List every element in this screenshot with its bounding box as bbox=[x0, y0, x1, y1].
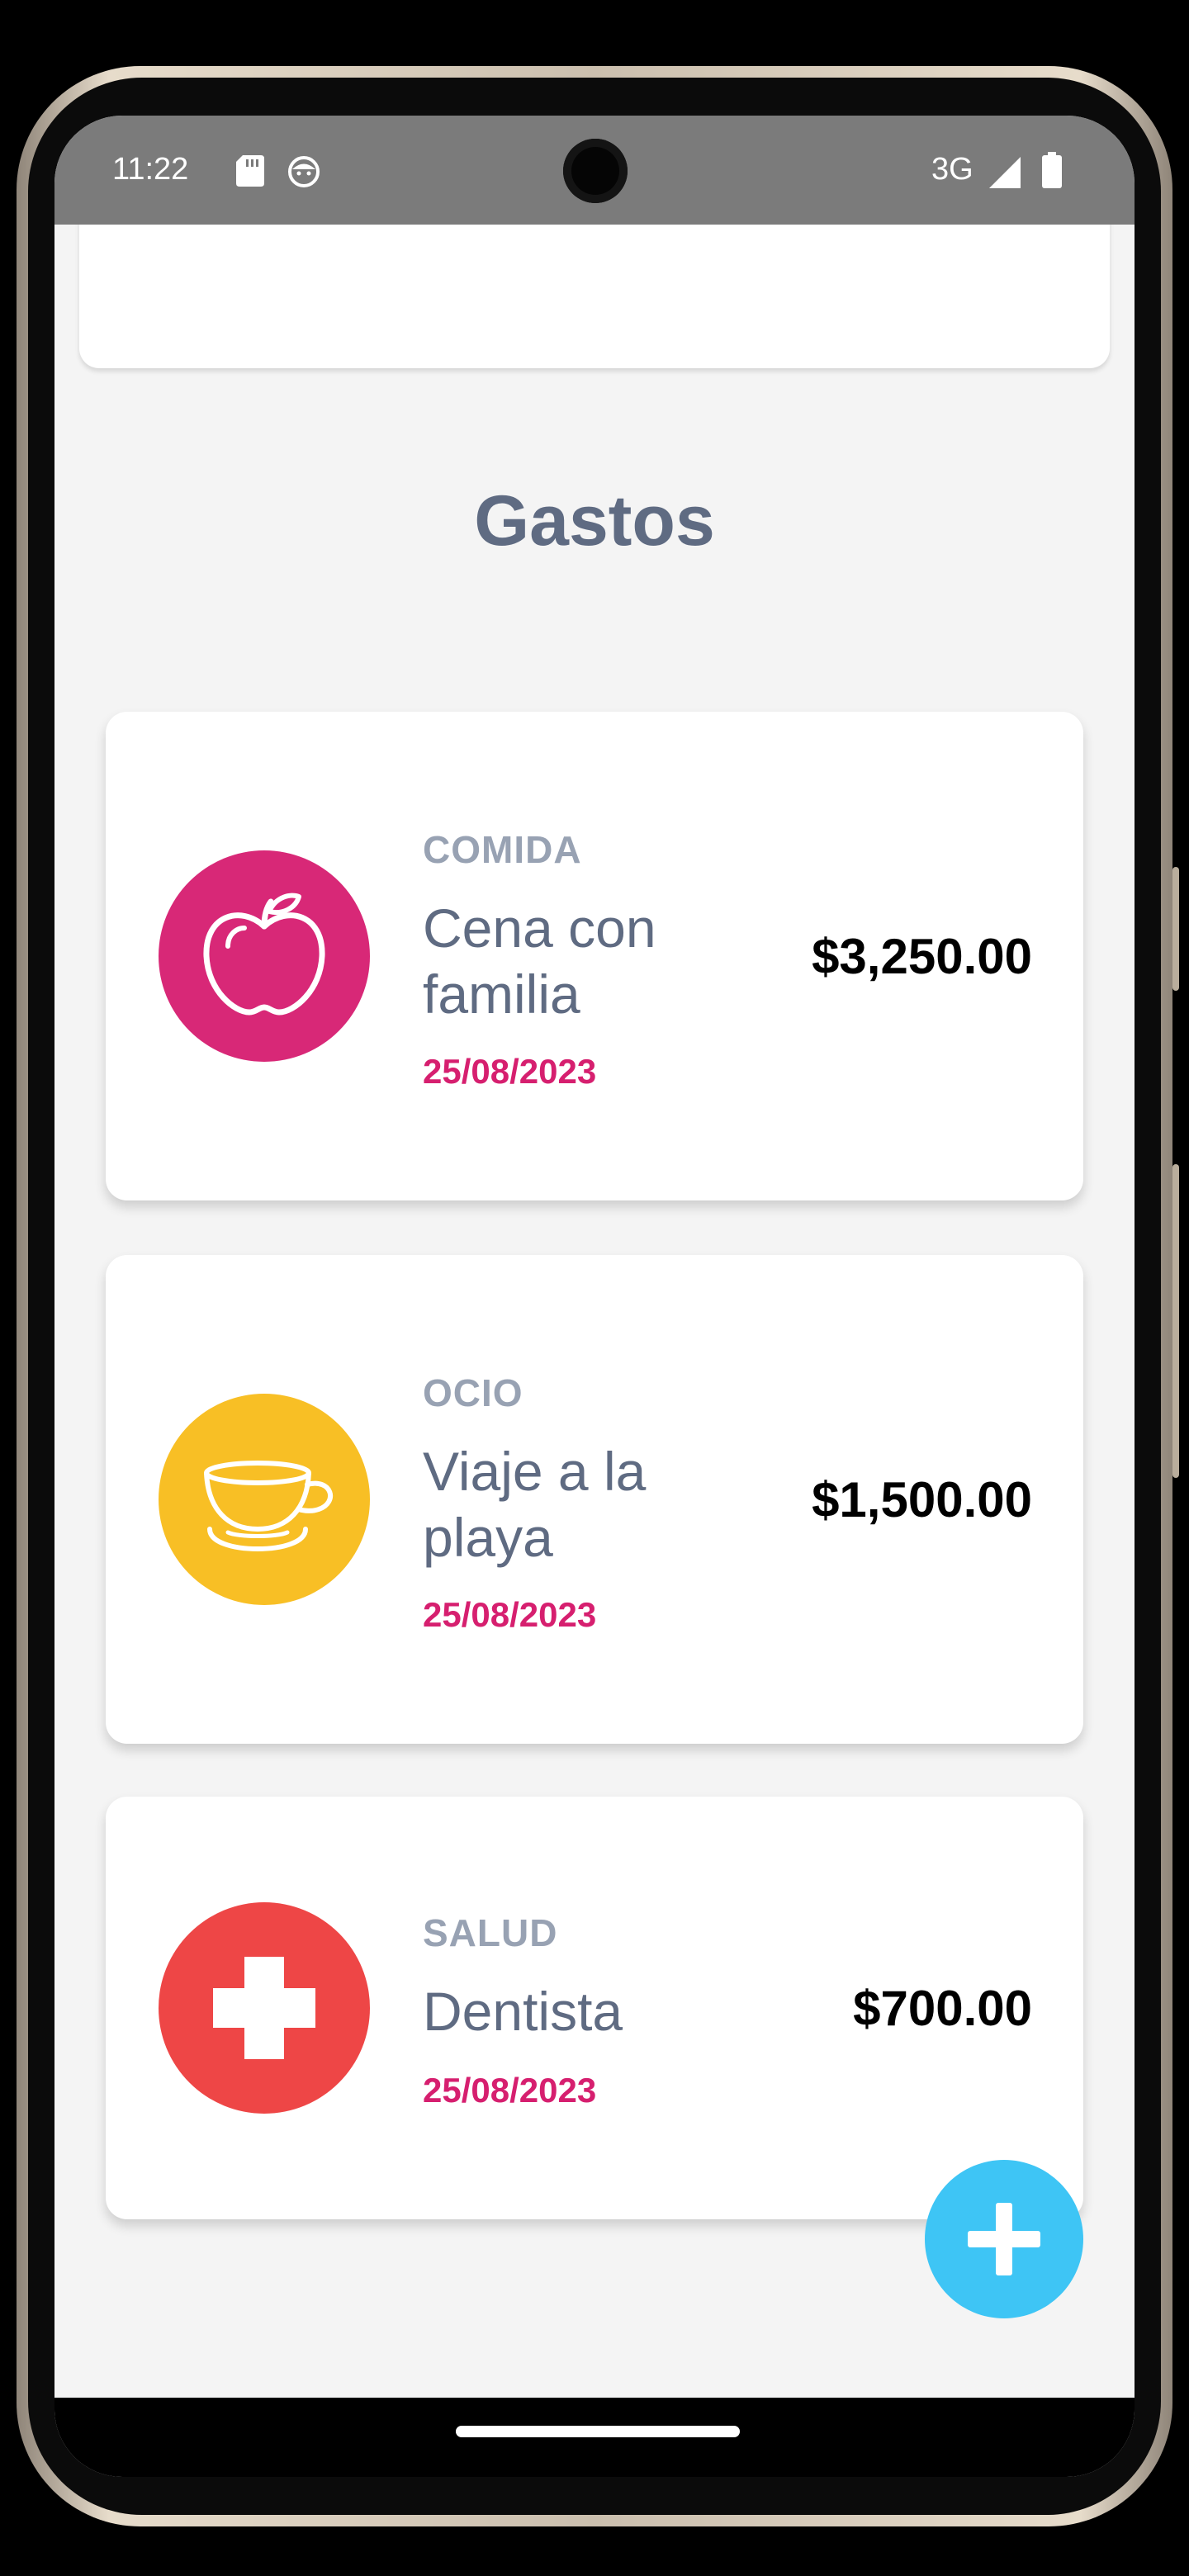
signal-icon bbox=[989, 157, 1021, 188]
expense-card[interactable]: COMIDA Cena con familia 25/08/2023 $3,25… bbox=[106, 712, 1083, 1200]
home-indicator[interactable] bbox=[456, 2426, 740, 2437]
power-button bbox=[1172, 867, 1179, 991]
expense-date: 25/08/2023 bbox=[423, 1595, 597, 1634]
network-type: 3G bbox=[931, 152, 973, 187]
expense-description: Dentista bbox=[423, 1981, 623, 2042]
battery-icon bbox=[1042, 152, 1062, 188]
expense-amount: $3,250.00 bbox=[812, 929, 1032, 984]
category-icon-circle bbox=[159, 1394, 370, 1605]
front-camera bbox=[563, 139, 628, 203]
expense-amount: $700.00 bbox=[853, 1981, 1032, 2036]
volume-button bbox=[1172, 1164, 1179, 1478]
category-label: OCIO bbox=[423, 1371, 523, 1414]
category-icon-circle bbox=[159, 850, 370, 1062]
add-expense-button[interactable] bbox=[925, 2160, 1083, 2318]
app-screen: 11:22 3G Gastos COMIDA Cena con familia … bbox=[54, 116, 1135, 2477]
expense-card[interactable]: SALUD Dentista 25/08/2023 $700.00 bbox=[106, 1797, 1083, 2219]
expense-date: 25/08/2023 bbox=[423, 1052, 597, 1091]
page-title: Gastos bbox=[474, 481, 715, 561]
expense-description: Viaje a la playa bbox=[423, 1441, 647, 1568]
plus-icon bbox=[968, 2203, 1040, 2275]
category-label: COMIDA bbox=[423, 828, 582, 871]
expense-card[interactable]: OCIO Viaje a la playa 25/08/2023 $1,500.… bbox=[106, 1255, 1083, 1744]
category-icon-circle bbox=[159, 1902, 370, 2114]
face-icon bbox=[288, 156, 320, 187]
medical-cross-icon bbox=[213, 1957, 315, 2059]
expense-date: 25/08/2023 bbox=[423, 2071, 597, 2110]
cup-icon bbox=[204, 1461, 334, 1552]
sd-card-icon bbox=[236, 155, 264, 187]
status-time: 11:22 bbox=[112, 152, 189, 187]
navigation-bar bbox=[54, 2398, 1135, 2477]
summary-card bbox=[79, 206, 1110, 368]
status-bar: 11:22 3G bbox=[54, 116, 1135, 225]
apple-icon bbox=[203, 893, 325, 1016]
expense-description: Cena con familia bbox=[423, 897, 656, 1025]
expense-amount: $1,500.00 bbox=[812, 1472, 1032, 1527]
category-label: SALUD bbox=[423, 1911, 558, 1954]
